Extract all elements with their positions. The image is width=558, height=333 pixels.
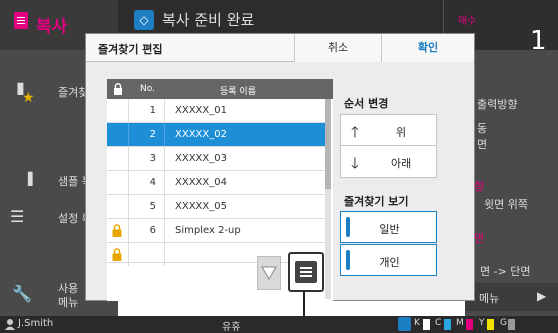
- orientation-value-2: 면: [477, 138, 488, 151]
- orientation-value-1: 동: [477, 122, 488, 135]
- move-down-label: 아래: [391, 157, 412, 170]
- machine-status: 유휴: [222, 322, 241, 333]
- column-no: No.: [140, 84, 155, 94]
- row-name: XXXXX_04: [175, 177, 227, 188]
- ink-y-level: [487, 319, 494, 330]
- ink-y-label: Y: [479, 318, 485, 328]
- arrow-up-icon: 🡑: [351, 123, 359, 141]
- menu-label: 메뉴: [479, 292, 500, 305]
- copy-ready-icon: ◇: [134, 10, 154, 30]
- ink-m-level: [466, 319, 473, 330]
- favorites-label: 즐겨찾: [58, 86, 89, 99]
- table-row-selected[interactable]: 2 XXXXX_02: [107, 123, 325, 147]
- scroll-down-button[interactable]: [257, 256, 281, 290]
- row-lock-cell: [107, 147, 129, 170]
- duplex-heading: 면: [474, 232, 485, 245]
- submenu-button[interactable]: [288, 252, 324, 292]
- cancel-button[interactable]: 취소: [294, 34, 381, 62]
- favorites-edit-dialog: 즐겨찾기 편집 취소 확인 No. 등록 이름 1 XXXXX_01 2 XXX…: [85, 33, 475, 301]
- dialog-title: 즐겨찾기 편집: [98, 43, 163, 56]
- row-name: XXXXX_01: [175, 105, 227, 116]
- row-no: 1: [129, 99, 165, 122]
- copy-app-icon: [14, 12, 28, 29]
- ink-k-label: K: [414, 318, 420, 328]
- lock-header-icon: [114, 83, 122, 95]
- move-up-button[interactable]: 🡑 위: [340, 114, 437, 147]
- chevron-down-icon: [261, 266, 277, 280]
- row-no: 3: [129, 147, 165, 170]
- table-scrollbar[interactable]: [325, 99, 331, 299]
- row-name: Simplex 2-up: [175, 225, 241, 236]
- row-no: 4: [129, 171, 165, 194]
- user-icon: [5, 319, 15, 330]
- favorites-view-label: 즐겨찾기 보기: [344, 195, 409, 208]
- menu-button[interactable]: 메뉴 ▶: [465, 283, 558, 311]
- play-icon: ▶: [537, 289, 547, 303]
- table-row[interactable]: 3 XXXXX_03: [107, 147, 325, 171]
- duplex-value: 면 -> 단면: [480, 265, 531, 278]
- lock-icon: [112, 248, 122, 261]
- dialog-header: 즐겨찾기 편집 취소 확인: [86, 34, 474, 62]
- view-personal-button[interactable]: 개인: [340, 244, 437, 276]
- row-lock-cell: [107, 99, 129, 122]
- copies-label: 매수: [458, 16, 477, 27]
- ink-m-label: M: [456, 318, 464, 328]
- row-lock-cell: [107, 171, 129, 194]
- row-no: 2: [129, 123, 165, 146]
- ink-g-level: [508, 319, 515, 330]
- table-row[interactable]: 4 XXXXX_04: [107, 171, 325, 195]
- order-change-label: 순서 변경: [344, 97, 389, 110]
- table-row[interactable]: 6 Simplex 2-up: [107, 219, 325, 243]
- list-icon: ☰: [10, 207, 25, 226]
- lock-icon: [112, 224, 122, 237]
- table-header: No. 등록 이름: [107, 79, 333, 99]
- star-icon: ★: [22, 90, 35, 106]
- row-name: XXXXX_05: [175, 201, 227, 212]
- ok-button[interactable]: 확인: [381, 34, 474, 62]
- callout-line: [303, 292, 305, 316]
- orientation-heading: 출력방향: [477, 98, 518, 111]
- row-no: 5: [129, 195, 165, 218]
- wrench-icon: 🔧: [12, 284, 32, 303]
- move-down-button[interactable]: 🡓 아래: [340, 145, 437, 178]
- move-up-label: 위: [396, 126, 407, 139]
- row-name: XXXXX_03: [175, 153, 227, 164]
- view-general-button[interactable]: 일반: [340, 211, 437, 243]
- user-menu-label-2: 메뉴: [58, 296, 79, 309]
- row-lock-cell: [107, 243, 129, 266]
- arrow-down-icon: 🡓: [351, 154, 359, 172]
- row-lock-cell: [107, 123, 129, 146]
- ink-k-level: [423, 319, 430, 330]
- ink-g-label: G: [500, 318, 507, 328]
- app-title: 복사: [36, 17, 68, 37]
- status-text: 복사 준비 완료: [162, 11, 255, 29]
- scrollbar-thumb[interactable]: [325, 99, 331, 189]
- sample-icon: ▌: [28, 172, 38, 186]
- column-name: 등록 이름: [220, 87, 256, 97]
- user-name: J.Smith: [18, 318, 54, 329]
- row-no: [129, 243, 165, 266]
- side-value: 윗면 위쪽: [484, 198, 528, 211]
- row-no: 6: [129, 219, 165, 242]
- table-row[interactable]: 1 XXXXX_01: [107, 99, 325, 123]
- view-personal-label: 개인: [379, 256, 400, 269]
- menu-icon: [295, 261, 317, 283]
- view-general-label: 일반: [379, 223, 400, 236]
- row-lock-cell: [107, 219, 129, 242]
- ink-c-label: C: [435, 318, 442, 328]
- ink-status-icon: [398, 317, 411, 331]
- bottom-bar: J.Smith 유휴 K C M Y G: [0, 316, 558, 333]
- table-row[interactable]: 5 XXXXX_05: [107, 195, 325, 219]
- row-lock-cell: [107, 195, 129, 218]
- row-name: XXXXX_02: [175, 129, 227, 140]
- ink-c-level: [444, 319, 451, 330]
- side-heading: 향: [474, 180, 485, 193]
